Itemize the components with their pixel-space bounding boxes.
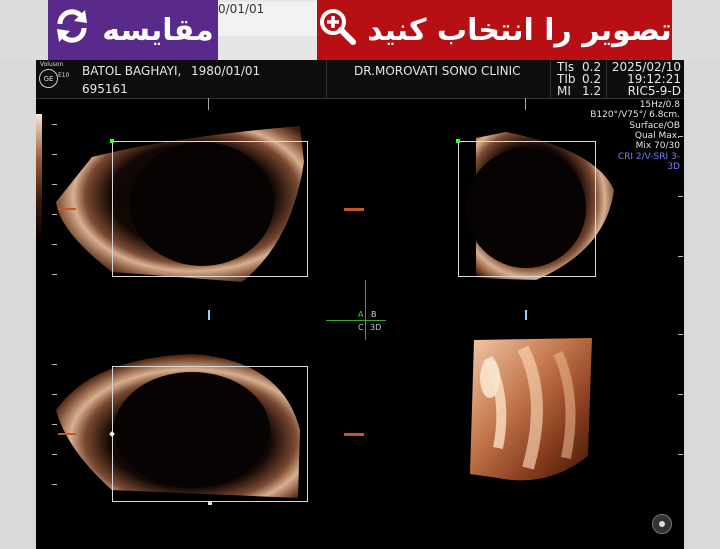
param-3d: 3D [667,162,680,172]
zoom-in-icon [317,6,357,54]
mi-value: 1.2 [582,84,602,98]
screen-header: Voluson GE E10 BATOL BAGHAYI, 1980/01/01… [36,60,684,99]
roi-box-b[interactable] [458,141,596,277]
refresh-icon [52,6,92,54]
param-mix: Mix 70/30 [635,141,680,151]
scan-marker [525,310,527,320]
orientation-arrow [344,433,364,436]
trackball-cursor-icon[interactable] [652,514,672,534]
header-divider [606,60,607,98]
birth-date: 1980/01/01 [191,64,261,78]
depth-tick [678,334,683,335]
side-marker [58,433,76,435]
quad-label-c: C [358,323,364,332]
param-quality: Qual Max. [634,131,680,141]
depth-tick [678,454,683,455]
right-margin [684,60,720,549]
toolbar-right-gap [672,0,720,60]
model-text: E10 [58,72,70,79]
ge-logo-icon: GE [39,69,58,88]
depth-tick [678,256,683,257]
ultrasound-screen: Voluson GE E10 BATOL BAGHAYI, 1980/01/01… [36,60,684,549]
clinic-name: DR.MOROVATI SONO CLINIC [354,64,521,78]
crosshair-vertical [365,280,366,340]
roi-box-a[interactable] [112,141,308,277]
patient-name: BATOL BAGHAYI, [82,64,182,78]
depth-tick [678,136,683,137]
quad-label-b: B [371,310,377,319]
patient-id: 695161 [82,82,128,96]
brand-text: Voluson [40,61,64,68]
toolbar-left-gap [0,0,48,60]
header-divider [550,60,551,98]
scan-marker [208,310,210,320]
roi-box-c[interactable] [112,366,308,502]
side-marker [58,208,76,210]
roi-bottom-marker [208,501,212,505]
depth-tick [678,394,683,395]
3d-render-view [470,338,592,481]
crosshair-horizontal [326,320,386,321]
compare-label: مقایسه [102,12,214,48]
depth-tick [678,196,683,197]
param-cri: CRI 2/V-SRI 3- [617,152,680,162]
roi-corner-marker [110,139,114,143]
scan-tick [525,98,526,110]
header-divider [326,60,327,98]
param-mode: Surface/OB [629,121,680,131]
gray-scale-bar [36,114,42,244]
orientation-arrow [344,208,364,211]
scan-tick [208,98,209,110]
select-image-button[interactable]: تصویر را انتخاب کنید [317,0,672,60]
quad-label-3d: 3D [370,323,382,332]
mi-label: MI [557,84,571,98]
select-image-label: تصویر را انتخاب کنید [367,12,672,48]
ghost-text: 0/01/01 [218,2,317,36]
param-rate: 15Hz/0.8 [639,100,680,110]
left-margin [0,60,36,549]
probe-name: RIC5-9-D [627,84,681,98]
compare-button[interactable]: مقایسه [48,0,218,60]
quad-label-a: A [358,310,364,319]
param-angle: B120°/V75°/ 6.8cm. [590,110,680,120]
roi-corner-marker [456,139,460,143]
